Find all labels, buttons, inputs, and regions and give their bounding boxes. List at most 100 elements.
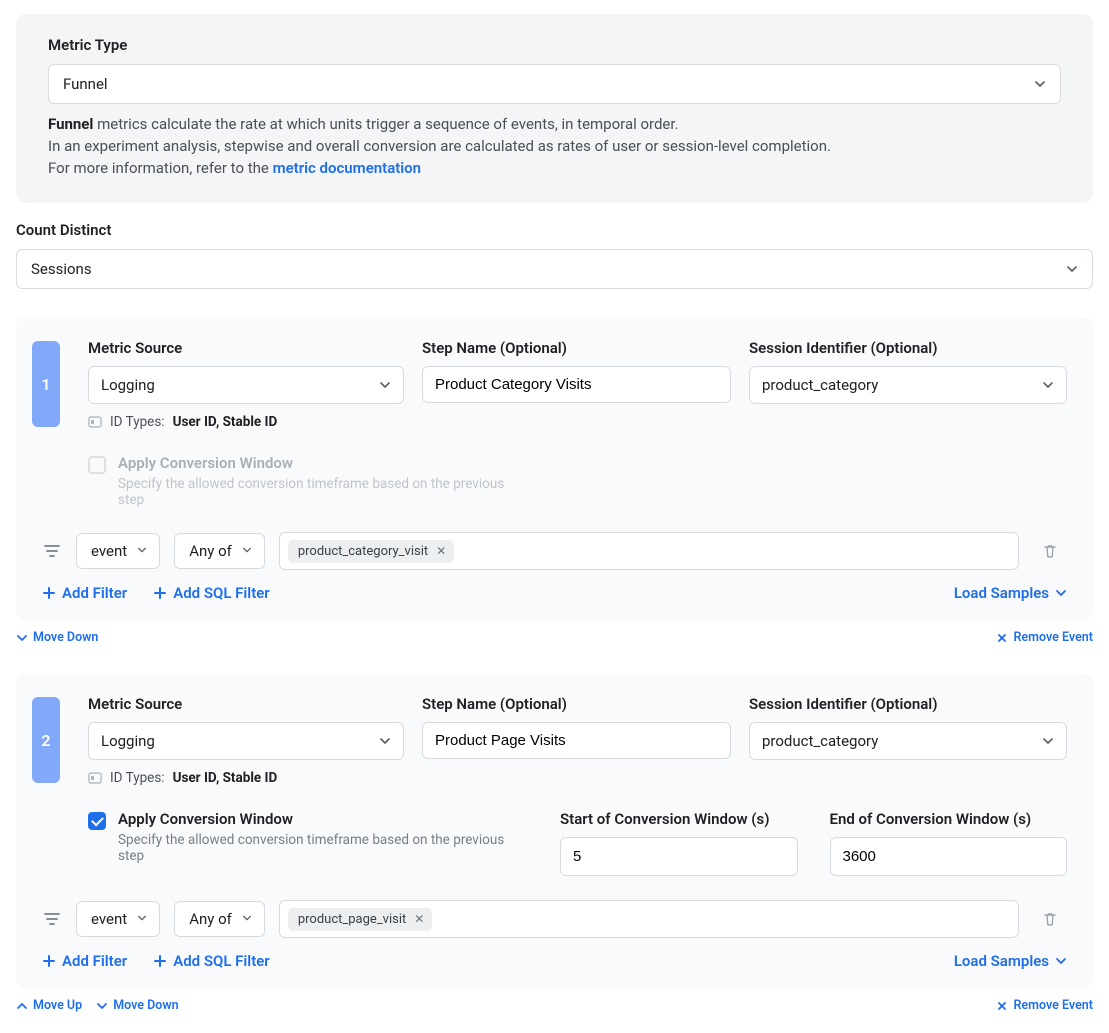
metric-source-select[interactable]: Logging [88, 366, 404, 404]
metric-source-select[interactable]: Logging [88, 722, 404, 760]
id-types-value: User ID, Stable ID [173, 770, 278, 786]
filter-chip-label: product_category_visit [298, 544, 428, 559]
delete-filter-button[interactable] [1033, 534, 1067, 568]
id-types-icon [88, 415, 102, 429]
count-distinct-section: Count Distinct Sessions [16, 221, 1093, 289]
apply-conversion-window-checkbox[interactable] [88, 456, 106, 474]
session-identifier-label: Session Identifier (Optional) [749, 339, 1067, 357]
apply-conversion-window-label: Apply Conversion Window [118, 454, 528, 472]
filter-icon [42, 541, 62, 561]
chevron-down-icon [137, 913, 149, 925]
load-samples-label: Load Samples [954, 584, 1049, 602]
filter-row: event Any of product_page_visit ✕ [42, 900, 1067, 938]
filter-values-input[interactable]: product_category_visit ✕ [279, 532, 1019, 570]
help-line-1: metrics calculate the rate at which unit… [93, 115, 678, 133]
filter-field-select[interactable]: event [76, 533, 160, 569]
chip-remove-icon[interactable]: ✕ [414, 912, 424, 926]
filter-op-value: Any of [189, 910, 232, 928]
chevron-down-icon [1066, 263, 1078, 275]
session-identifier-select[interactable]: product_category [749, 722, 1067, 760]
step-2-footer: Move Up Move Down Remove Event [16, 998, 1093, 1013]
conv-start-input[interactable] [560, 837, 798, 876]
filter-op-value: Any of [189, 542, 232, 560]
remove-event-button[interactable]: Remove Event [996, 630, 1093, 645]
id-types-row: ID Types: User ID, Stable ID [88, 770, 1067, 786]
chevron-down-icon [242, 545, 254, 557]
chevron-down-icon [379, 735, 391, 747]
delete-filter-button[interactable] [1033, 902, 1067, 936]
step-actions-row: Add Filter Add SQL Filter Load Samples [42, 952, 1067, 970]
conv-end-input[interactable] [830, 837, 1068, 876]
apply-conversion-window-sub: Specify the allowed conversion timeframe… [118, 832, 528, 864]
metric-type-select[interactable]: Funnel [48, 64, 1061, 104]
id-types-prefix: ID Types: [110, 414, 165, 430]
metric-source-label: Metric Source [88, 339, 404, 357]
step-2-badge: 2 [32, 697, 60, 783]
add-sql-filter-label: Add SQL Filter [173, 584, 270, 602]
add-sql-filter-button[interactable]: Add SQL Filter [153, 584, 270, 602]
step-name-label: Step Name (Optional) [422, 695, 731, 713]
filter-chip-label: product_page_visit [298, 912, 406, 927]
chevron-down-icon [242, 913, 254, 925]
step-name-input[interactable] [422, 366, 731, 403]
step-name-label: Step Name (Optional) [422, 339, 731, 357]
count-distinct-label: Count Distinct [16, 221, 1093, 239]
filter-op-select[interactable]: Any of [174, 901, 265, 937]
id-types-value: User ID, Stable ID [173, 414, 278, 430]
session-identifier-label: Session Identifier (Optional) [749, 695, 1067, 713]
metric-type-label: Metric Type [48, 36, 1061, 54]
conversion-window-row: Apply Conversion Window Specify the allo… [88, 810, 1067, 876]
add-filter-button[interactable]: Add Filter [42, 584, 127, 602]
filter-values-input[interactable]: product_page_visit ✕ [279, 900, 1019, 938]
filter-op-select[interactable]: Any of [174, 533, 265, 569]
step-1-footer: Move Down Remove Event [16, 630, 1093, 645]
step-1-badge: 1 [32, 341, 60, 427]
metric-documentation-link[interactable]: metric documentation [273, 159, 422, 177]
help-line-2: In an experiment analysis, stepwise and … [48, 137, 831, 155]
count-distinct-select[interactable]: Sessions [16, 249, 1093, 289]
help-line-3-prefix: For more information, refer to the [48, 159, 273, 177]
add-filter-button[interactable]: Add Filter [42, 952, 127, 970]
apply-conversion-window-checkbox[interactable] [88, 812, 106, 830]
remove-event-label: Remove Event [1013, 998, 1093, 1013]
add-filter-label: Add Filter [62, 952, 127, 970]
session-identifier-value: product_category [762, 732, 878, 750]
add-filter-label: Add Filter [62, 584, 127, 602]
filter-row: event Any of product_category_visit ✕ [42, 532, 1067, 570]
step-actions-row: Add Filter Add SQL Filter Load Samples [42, 584, 1067, 602]
conv-end-label: End of Conversion Window (s) [830, 810, 1068, 828]
conversion-window-row: Apply Conversion Window Specify the allo… [88, 454, 1067, 508]
remove-event-label: Remove Event [1013, 630, 1093, 645]
chevron-down-icon [137, 545, 149, 557]
metric-type-value: Funnel [63, 75, 108, 93]
funnel-step-2: 2 Metric Source Logging Step Name (Optio… [16, 673, 1093, 988]
chevron-down-icon [1034, 78, 1046, 90]
step-name-input[interactable] [422, 722, 731, 759]
chevron-down-icon [379, 379, 391, 391]
count-distinct-value: Sessions [31, 260, 92, 278]
metric-source-value: Logging [101, 376, 155, 394]
move-down-label: Move Down [113, 998, 178, 1013]
add-sql-filter-button[interactable]: Add SQL Filter [153, 952, 270, 970]
add-sql-filter-label: Add SQL Filter [173, 952, 270, 970]
remove-event-button[interactable]: Remove Event [996, 998, 1093, 1013]
id-types-row: ID Types: User ID, Stable ID [88, 414, 1067, 430]
session-identifier-select[interactable]: product_category [749, 366, 1067, 404]
funnel-step-1: 1 Metric Source Logging Step Name (Optio… [16, 317, 1093, 620]
apply-conversion-window-label: Apply Conversion Window [118, 810, 528, 828]
filter-chip: product_category_visit ✕ [288, 540, 454, 563]
load-samples-button[interactable]: Load Samples [954, 584, 1067, 602]
chevron-down-icon [1042, 735, 1054, 747]
load-samples-button[interactable]: Load Samples [954, 952, 1067, 970]
move-down-button[interactable]: Move Down [16, 630, 98, 645]
apply-conversion-window-sub: Specify the allowed conversion timeframe… [118, 476, 528, 508]
filter-field-select[interactable]: event [76, 901, 160, 937]
id-types-icon [88, 771, 102, 785]
move-up-button[interactable]: Move Up [16, 998, 82, 1013]
metric-type-card: Metric Type Funnel Funnel metrics calcul… [16, 14, 1093, 203]
id-types-prefix: ID Types: [110, 770, 165, 786]
metric-source-value: Logging [101, 732, 155, 750]
load-samples-label: Load Samples [954, 952, 1049, 970]
chip-remove-icon[interactable]: ✕ [436, 544, 446, 558]
move-down-button[interactable]: Move Down [96, 998, 178, 1013]
